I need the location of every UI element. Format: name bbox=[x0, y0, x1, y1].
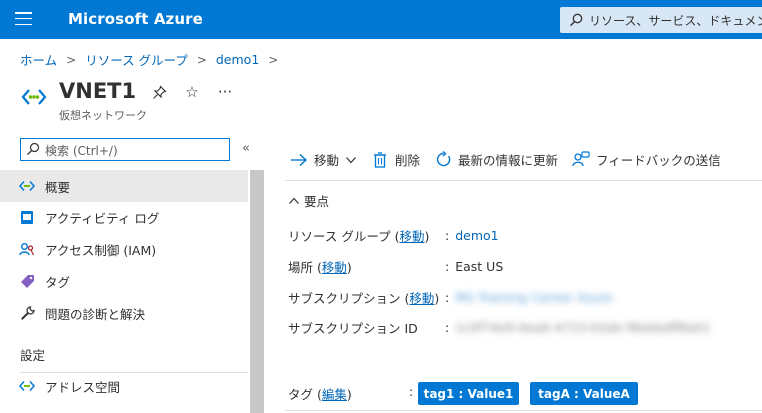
essentials-bottom-divider bbox=[285, 410, 762, 411]
refresh-button[interactable]: 最新の情報に更新 bbox=[434, 150, 558, 169]
location-move-link[interactable]: 移動 bbox=[322, 260, 347, 275]
nav-item-label: アドレス空間 bbox=[45, 379, 121, 395]
tags-colon: : bbox=[409, 384, 414, 399]
page-subtitle: 仮想ネットワーク bbox=[59, 109, 147, 122]
collapse-nav-button[interactable]: « bbox=[242, 141, 250, 156]
feedback-button[interactable]: フィードバックの送信 bbox=[572, 150, 721, 169]
nav-scrollbar[interactable] bbox=[250, 170, 264, 413]
nav-item-label: タグ bbox=[45, 274, 71, 290]
nav-item-iam[interactable]: アクセス制御 (IAM) bbox=[0, 233, 248, 265]
iam-icon bbox=[19, 241, 35, 257]
subscription-label: サブスクリプション (移動) bbox=[288, 291, 440, 306]
breadcrumb-resource-groups[interactable]: リソース グループ bbox=[85, 50, 188, 69]
move-button[interactable]: 移動 bbox=[290, 150, 357, 169]
command-bar: 移動 削除 最新の情報に更新 フィードバックの送信 bbox=[290, 150, 735, 169]
location-label: 場所 (移動) bbox=[288, 260, 352, 275]
nav-item-label: 問題の診断と解決 bbox=[45, 306, 146, 322]
tag-icon bbox=[19, 273, 35, 289]
wrench-icon bbox=[19, 305, 35, 321]
tags-edit-link[interactable]: 編集 bbox=[322, 387, 347, 402]
feedback-icon bbox=[572, 151, 590, 169]
nav-search-placeholder: 検索 (Ctrl+/) bbox=[45, 144, 118, 158]
vnet-icon bbox=[21, 89, 47, 105]
subscription-move-link[interactable]: 移動 bbox=[409, 291, 434, 306]
delete-button[interactable]: 削除 bbox=[371, 150, 420, 169]
tag-pill-2[interactable]: tagA : ValueA bbox=[530, 382, 638, 405]
chevron-right-icon: > bbox=[268, 52, 279, 67]
nav-item-overview[interactable]: 概要 bbox=[0, 170, 248, 202]
vnet-icon bbox=[19, 178, 35, 194]
global-search-placeholder: リソース、サービス、ドキュメントの検 bbox=[589, 14, 762, 28]
essentials-toggle[interactable]: 要点 bbox=[288, 191, 329, 210]
resource-group-move-link[interactable]: 移動 bbox=[399, 229, 424, 244]
location-value: East US bbox=[455, 259, 504, 274]
pin-icon[interactable] bbox=[151, 84, 167, 100]
breadcrumb: ホーム > リソース グループ > demo1 > bbox=[20, 50, 287, 69]
vnet-icon bbox=[19, 378, 35, 394]
page-title: VNET1 bbox=[59, 79, 137, 103]
essentials-header: 要点 bbox=[304, 194, 330, 209]
subscription-value-row: : MS Training Center Azure bbox=[445, 290, 613, 305]
search-icon bbox=[570, 13, 583, 27]
move-label: 移動 bbox=[314, 153, 340, 168]
resource-group-label: リソース グループ (移動) bbox=[288, 229, 430, 244]
tag-pill-1[interactable]: tag1 : Value1 bbox=[418, 382, 519, 405]
refresh-icon bbox=[434, 151, 452, 169]
chevron-up-icon bbox=[289, 197, 299, 204]
global-search-input[interactable]: リソース、サービス、ドキュメントの検 bbox=[560, 7, 762, 33]
subscription-id-label: サブスクリプション ID bbox=[288, 321, 418, 336]
breadcrumb-demo1[interactable]: demo1 bbox=[216, 52, 259, 67]
resource-group-value-link[interactable]: demo1 bbox=[455, 228, 498, 243]
nav-item-label: アクティビティ ログ bbox=[45, 210, 160, 226]
menu-icon[interactable] bbox=[15, 12, 32, 26]
chevron-down-icon bbox=[346, 156, 356, 163]
nav-item-activity-log[interactable]: アクティビティ ログ bbox=[0, 201, 248, 233]
arrow-right-icon bbox=[290, 151, 308, 169]
subscription-value-link[interactable]: MS Training Center Azure bbox=[455, 290, 613, 305]
location-label-text: 場所 bbox=[288, 260, 314, 275]
activity-log-icon bbox=[19, 209, 35, 225]
feedback-label: フィードバックの送信 bbox=[596, 153, 721, 168]
delete-label: 削除 bbox=[395, 153, 421, 168]
chevron-right-icon: > bbox=[66, 52, 77, 67]
chevron-right-icon: > bbox=[196, 52, 207, 67]
command-bar-divider bbox=[285, 180, 762, 181]
brand-title[interactable]: Microsoft Azure bbox=[68, 10, 203, 28]
title-actions: ☆ ··· bbox=[151, 83, 250, 101]
tags-label-text: タグ bbox=[288, 387, 314, 402]
trash-icon bbox=[371, 151, 389, 169]
subscription-label-text: サブスクリプション bbox=[288, 291, 401, 306]
nav-item-tags[interactable]: タグ bbox=[0, 265, 248, 297]
nav-search-input[interactable]: 検索 (Ctrl+/) bbox=[20, 138, 230, 161]
breadcrumb-home[interactable]: ホーム bbox=[20, 50, 57, 69]
nav-section-settings: 設定 bbox=[20, 348, 46, 363]
nav-item-diagnose[interactable]: 問題の診断と解決 bbox=[0, 297, 248, 329]
more-icon[interactable]: ··· bbox=[217, 83, 233, 101]
subscription-id-value: 1c0f74e9-0ea6-4723-b5de-f8ebbdff8a01 bbox=[455, 320, 711, 335]
refresh-label: 最新の情報に更新 bbox=[458, 153, 559, 168]
location-value-row: : East US bbox=[445, 259, 504, 274]
subscription-id-value-row: :1c0f74e9-0ea6-4723-b5de-f8ebbdff8a01 bbox=[445, 320, 711, 335]
search-icon bbox=[27, 142, 40, 156]
resource-group-label-text: リソース グループ bbox=[288, 229, 391, 244]
nav-item-address-space[interactable]: アドレス空間 bbox=[0, 370, 248, 402]
resource-group-value-row: : demo1 bbox=[445, 228, 499, 243]
nav-item-label: アクセス制御 (IAM) bbox=[45, 242, 157, 258]
tags-label: タグ (編集) bbox=[288, 387, 352, 402]
top-bar: Microsoft Azure リソース、サービス、ドキュメントの検 bbox=[0, 0, 762, 39]
nav-item-label: 概要 bbox=[45, 179, 71, 195]
star-icon[interactable]: ☆ bbox=[184, 83, 200, 101]
